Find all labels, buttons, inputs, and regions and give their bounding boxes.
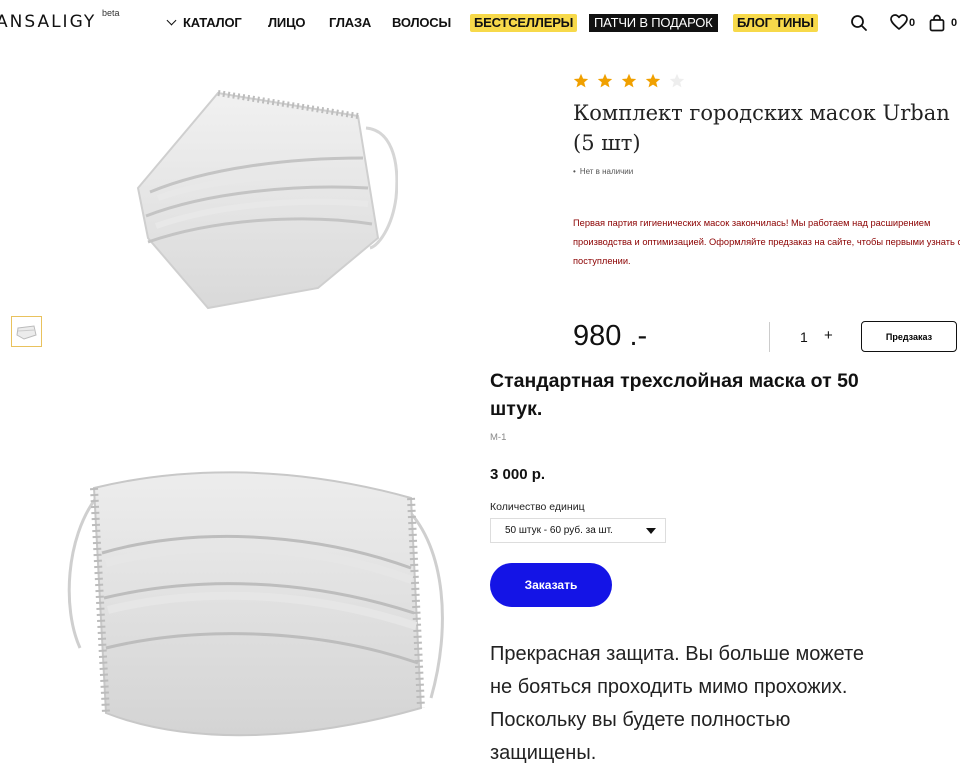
quantity-value[interactable]: 1 [800, 329, 808, 345]
product-title-urban: Комплект городских масок Urban (5 шт) [573, 101, 950, 155]
chevron-down-icon [166, 15, 177, 26]
order-button[interactable]: Заказать [490, 563, 612, 607]
product-image-urban-mask [128, 88, 399, 323]
star-filled-icon [573, 73, 589, 88]
wishlist-count: 0 [909, 17, 916, 29]
stock-status: Нет в наличии [573, 167, 633, 176]
nav-blog[interactable]: БЛОГ ТИНЫ [733, 14, 818, 32]
quantity-select-value: 50 штук - 60 руб. за шт. [505, 525, 613, 536]
product-price-standard: 3 000 р. [490, 466, 546, 483]
bag-icon[interactable] [929, 14, 945, 37]
rating-stars [573, 73, 693, 89]
nav-face[interactable]: ЛИЦО [268, 14, 305, 32]
heart-icon[interactable] [890, 14, 908, 36]
product-title-standard: Стандартная трехслойная маска от 50 штук… [490, 370, 859, 420]
product-description: Прекрасная защита. Вы больше можете не б… [490, 643, 865, 764]
nav-catalog[interactable]: КАТАЛОГ [166, 14, 242, 32]
star-filled-icon [645, 73, 661, 88]
nav-gift-patches[interactable]: ПАТЧИ В ПОДАРОК [589, 14, 718, 32]
quantity-select[interactable]: 50 штук - 60 руб. за шт. [490, 518, 666, 543]
nav-catalog-label: КАТАЛОГ [183, 15, 242, 30]
search-icon[interactable] [850, 14, 868, 37]
nav-eyes[interactable]: ГЛАЗА [329, 14, 371, 32]
star-filled-icon [621, 73, 637, 88]
caret-down-icon [646, 528, 656, 534]
quantity-label: Количество единиц [490, 501, 585, 513]
product-sku: М-1 [490, 432, 507, 443]
preorder-button[interactable]: Предзаказ [861, 321, 957, 352]
logo-text[interactable]: ANSALIGY [0, 12, 96, 32]
star-filled-icon [597, 73, 613, 88]
logo-beta-badge: beta [102, 8, 120, 18]
nav-hair[interactable]: ВОЛОСЫ [392, 14, 451, 32]
product-price-urban: 980 .- [573, 320, 648, 352]
nav-bestsellers[interactable]: БЕСТСЕЛЛЕРЫ [470, 14, 578, 32]
star-empty-icon [669, 73, 685, 88]
cart-count: 0 [951, 17, 958, 29]
quantity-divider [769, 322, 770, 352]
product-image-standard-mask [66, 458, 446, 773]
product-thumbnail[interactable] [11, 316, 42, 347]
stock-notice: Первая партия гигиенических масок законч… [573, 218, 960, 266]
quantity-plus-button[interactable]: + [824, 327, 833, 344]
